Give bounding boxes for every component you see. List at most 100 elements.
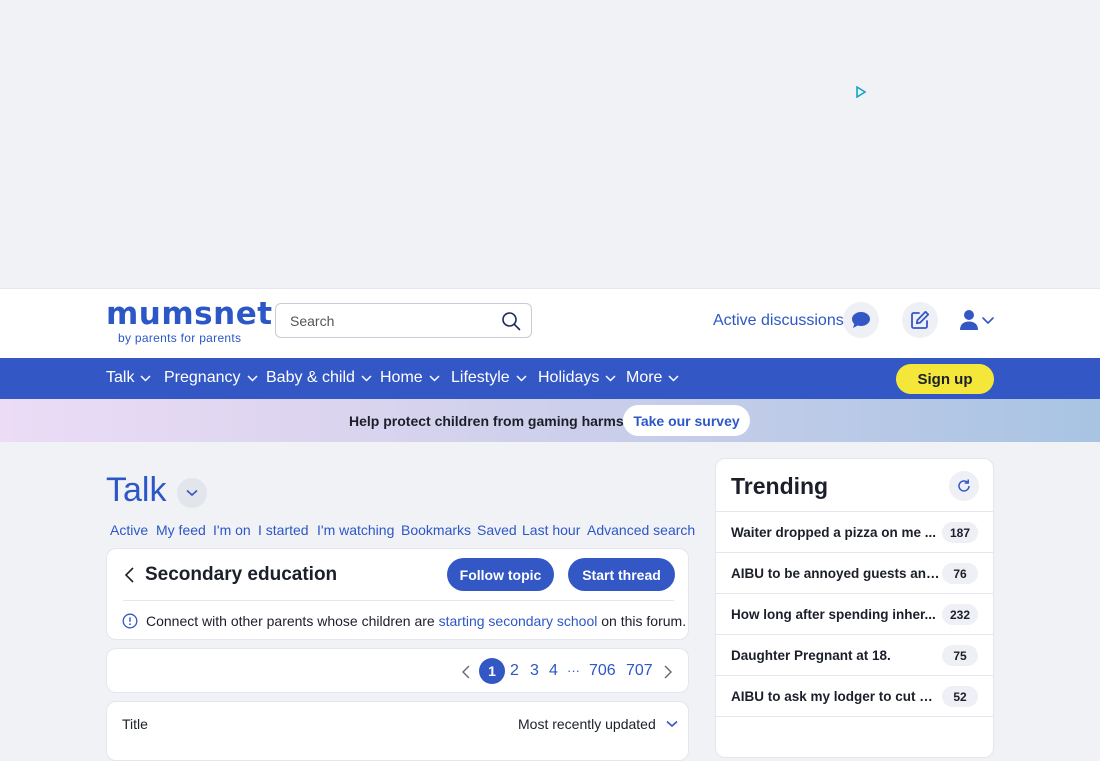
trending-item[interactable]: AIBU to ask my lodger to cut do... 52 — [716, 675, 993, 716]
nav-label: More — [626, 369, 663, 386]
trending-item[interactable]: How long after spending inher... 232 — [716, 593, 993, 634]
starting-secondary-school-link[interactable]: starting secondary school — [439, 613, 598, 629]
reply-count-badge: 75 — [942, 645, 978, 666]
link-my-feed[interactable]: My feed — [156, 522, 206, 538]
link-last-hour[interactable]: Last hour — [522, 522, 580, 538]
nav-label: Talk — [106, 369, 135, 386]
logo-tagline: by parents for parents — [118, 331, 242, 345]
logo-wordmark: mumsnet — [106, 296, 273, 332]
nav-label: Pregnancy — [164, 369, 241, 386]
page-link[interactable]: 4 — [549, 662, 558, 680]
nav-item-lifestyle[interactable]: Lifestyle — [451, 369, 527, 387]
page-link[interactable]: 2 — [510, 662, 519, 680]
search-input[interactable] — [290, 313, 490, 329]
topic-header-card: Secondary education Follow topic Start t… — [106, 548, 689, 640]
link-i-started[interactable]: I started — [258, 522, 309, 538]
reply-count-badge: 187 — [942, 522, 978, 543]
user-icon — [960, 310, 994, 330]
info-text-after: on this forum. — [597, 613, 687, 629]
pagination-card: 1 2 3 4 ··· 706 707 — [106, 648, 689, 693]
start-thread-button[interactable]: Start thread — [568, 558, 675, 591]
chevron-down-icon — [186, 489, 198, 497]
search-box[interactable] — [275, 303, 532, 338]
chevron-left-icon[interactable] — [123, 566, 135, 584]
link-saved[interactable]: Saved — [477, 522, 517, 538]
trending-item[interactable] — [716, 716, 993, 757]
page-link[interactable]: 707 — [626, 662, 653, 680]
search-icon[interactable] — [501, 311, 521, 331]
nav-item-pregnancy[interactable]: Pregnancy — [164, 369, 258, 387]
chevron-left-icon[interactable] — [461, 664, 471, 680]
main-nav: Talk Pregnancy Baby & child Home Lifesty… — [0, 358, 1100, 399]
link-advanced-search[interactable]: Advanced search — [587, 522, 695, 538]
reply-count-badge: 232 — [942, 604, 978, 625]
thread-list-card: Title Most recently updated — [106, 701, 689, 761]
reply-count-badge: 52 — [942, 686, 978, 707]
ad-area — [0, 0, 1100, 288]
active-discussions-link[interactable]: Active discussions — [713, 312, 844, 330]
nav-label: Home — [380, 369, 423, 386]
chevron-down-icon — [361, 374, 372, 382]
talk-dropdown-button[interactable] — [177, 478, 207, 508]
trending-item[interactable]: AIBU to be annoyed guests ann... 76 — [716, 552, 993, 593]
chevron-down-icon — [516, 374, 527, 382]
nav-label: Baby & child — [266, 369, 355, 386]
link-active[interactable]: Active — [110, 522, 148, 538]
trending-item-title: AIBU to ask my lodger to cut do... — [731, 689, 941, 704]
trending-title: Trending — [731, 473, 829, 499]
survey-banner: Help protect children from gaming harms.… — [0, 399, 1100, 442]
trending-item-title: Daughter Pregnant at 18. — [731, 648, 891, 663]
trending-item[interactable]: Daughter Pregnant at 18. 75 — [716, 634, 993, 675]
chevron-down-icon — [668, 374, 679, 382]
sort-dropdown[interactable]: Most recently updated — [518, 716, 678, 732]
trending-card: Trending Waiter dropped a pizza on me ..… — [715, 458, 994, 758]
chevron-down-icon — [246, 374, 258, 382]
sign-up-button[interactable]: Sign up — [896, 364, 994, 394]
edit-icon — [911, 310, 930, 329]
refresh-icon — [958, 479, 970, 492]
trending-item-title: Waiter dropped a pizza on me ... — [731, 525, 937, 540]
divider — [123, 600, 674, 601]
nav-label: Lifestyle — [451, 369, 510, 386]
site-header: mumsnet by parents for parents Active di… — [0, 288, 1100, 358]
nav-item-home[interactable]: Home — [380, 369, 440, 387]
mumsnet-logo[interactable]: mumsnet by parents for parents — [106, 297, 273, 345]
account-menu-button[interactable] — [958, 308, 998, 332]
trending-item-title: How long after spending inher... — [731, 607, 936, 622]
column-title: Title — [122, 716, 148, 732]
page-current[interactable]: 1 — [479, 658, 505, 684]
take-survey-button[interactable]: Take our survey — [623, 405, 750, 436]
trending-item[interactable]: Waiter dropped a pizza on me ... 187 — [716, 511, 993, 552]
active-discussions-button[interactable] — [843, 302, 879, 338]
write-post-button[interactable] — [902, 302, 938, 338]
page-link[interactable]: 706 — [589, 662, 616, 680]
refresh-button[interactable] — [949, 471, 979, 501]
chat-bubble-icon — [852, 312, 870, 328]
follow-topic-button[interactable]: Follow topic — [447, 558, 554, 591]
link-im-on[interactable]: I'm on — [213, 522, 251, 538]
link-bookmarks[interactable]: Bookmarks — [401, 522, 471, 538]
nav-item-more[interactable]: More — [626, 369, 679, 387]
nav-item-baby-child[interactable]: Baby & child — [266, 369, 372, 387]
topic-info-text: Connect with other parents whose childre… — [146, 613, 686, 629]
info-text-before: Connect with other parents whose childre… — [146, 613, 439, 629]
ad-choices-icon[interactable] — [855, 86, 867, 98]
nav-item-holidays[interactable]: Holidays — [538, 369, 616, 387]
nav-item-talk[interactable]: Talk — [106, 369, 151, 387]
topic-title: Secondary education — [145, 564, 338, 585]
link-im-watching[interactable]: I'm watching — [317, 522, 394, 538]
page-ellipsis: ··· — [567, 663, 580, 678]
nav-label: Holidays — [538, 369, 600, 386]
chevron-down-icon — [140, 374, 151, 382]
chevron-down-icon — [429, 374, 440, 382]
reply-count-badge: 76 — [942, 563, 978, 584]
info-icon — [122, 613, 138, 629]
page-link[interactable]: 3 — [530, 662, 539, 680]
trending-item-title: AIBU to be annoyed guests ann... — [731, 566, 941, 581]
banner-text: Help protect children from gaming harms. — [349, 413, 628, 429]
chevron-down-icon — [605, 374, 616, 382]
page-title: Talk — [106, 471, 167, 509]
chevron-right-icon[interactable] — [663, 664, 673, 680]
chevron-down-icon — [666, 720, 678, 728]
sort-label: Most recently updated — [518, 716, 656, 732]
